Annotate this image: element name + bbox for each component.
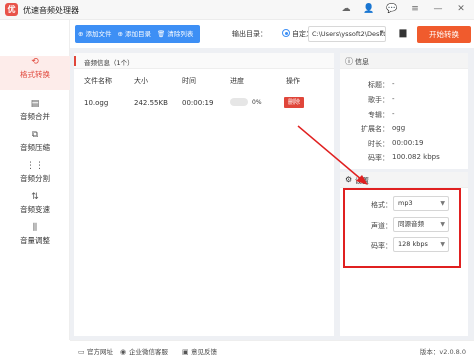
footer: ▭ 官方网址 ◉ 企业微信客服 ▣ 意见反馈 版本：v2.0.8.0 bbox=[70, 340, 474, 360]
official-site-label: 官方网址 bbox=[87, 348, 113, 356]
feedback-label: 意见反馈 bbox=[191, 348, 217, 356]
official-site-link[interactable]: ▭ 官方网址 bbox=[78, 346, 113, 356]
feedback-link[interactable]: ▣ 意见反馈 bbox=[182, 346, 217, 356]
wechat-icon: ◉ bbox=[120, 348, 127, 356]
wechat-support-link[interactable]: ◉ 企业微信客服 bbox=[120, 346, 168, 356]
monitor-icon: ▭ bbox=[78, 348, 85, 356]
annotation-arrow bbox=[297, 125, 368, 185]
wechat-support-label: 企业微信客服 bbox=[129, 348, 168, 356]
version-text: 版本：v2.0.8.0 bbox=[419, 348, 466, 356]
feedback-icon: ▣ bbox=[182, 348, 189, 356]
